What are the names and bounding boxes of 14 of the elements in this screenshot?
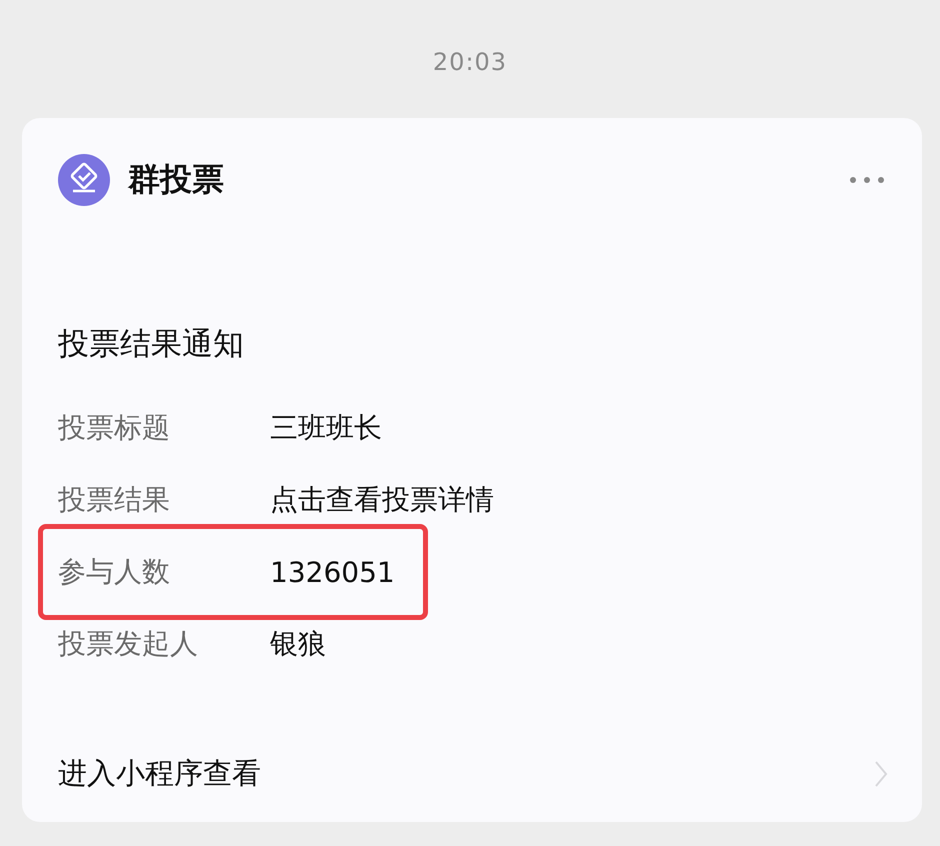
field-label: 投票标题 — [58, 410, 171, 446]
vote-icon — [58, 154, 110, 206]
mini-program-link[interactable]: 进入小程序查看 — [58, 754, 888, 794]
field-label: 参与人数 — [58, 554, 171, 590]
timestamp: 20:03 — [432, 47, 508, 78]
field-label: 投票结果 — [58, 482, 171, 518]
card-title: 投票结果通知 — [58, 325, 245, 364]
field-value: 银狼 — [270, 626, 326, 662]
field-value: 点击查看投票详情 — [270, 482, 494, 518]
chevron-right-icon — [874, 760, 888, 788]
app-name: 群投票 — [128, 159, 224, 200]
field-value: 三班班长 — [270, 410, 382, 446]
field-label: 投票发起人 — [58, 626, 199, 662]
field-value: 1326051 — [270, 556, 395, 588]
